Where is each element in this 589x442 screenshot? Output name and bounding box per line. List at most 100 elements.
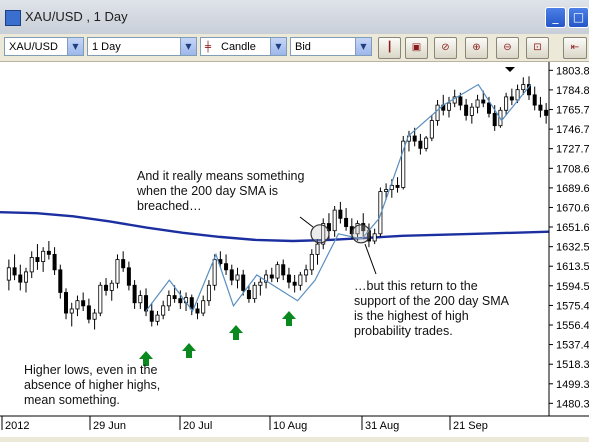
price-type-select[interactable]: Bid ▼ [290,37,372,56]
magnifier-icon: ⊘ [441,42,450,53]
candle-body [41,250,46,262]
period-select[interactable]: 1 Day ▼ [87,37,197,56]
candle-body [138,295,143,304]
candle-body [384,189,389,192]
y-tick-label: 1518.3 [556,359,589,371]
candle-body [75,300,80,310]
candle-body [372,233,377,242]
y-tick-label: 1727.7 [556,144,589,156]
candle-body [446,102,451,111]
candle-body [252,284,257,300]
bar-style-button[interactable]: ┃ [378,37,401,59]
highlight-circle [351,224,371,244]
candle-body [86,305,91,320]
candle-body [6,267,11,281]
candle-icon: ╪ [205,42,212,53]
candle-body [104,284,109,291]
candle-body [344,217,349,227]
highlight-circle [310,224,330,244]
candle [115,254,120,289]
candle-body [149,310,154,322]
title-bar: XAU/USD , 1 Day _ □ [0,0,589,35]
candle-body [269,274,274,279]
candle [401,136,406,190]
x-tick-label: 10 Aug [273,420,307,432]
candle-body [35,257,40,262]
candle-body [492,112,497,127]
candle-body [412,135,417,142]
candle-body [469,106,474,116]
annotation-sma-breach: And it really means something when the 20… [137,169,304,214]
candle-body [315,243,320,255]
print-button[interactable]: ▣ [405,37,428,59]
y-tick-label: 1499.3 [556,379,589,391]
candle-body [92,312,97,320]
candle-body [109,282,114,291]
candle-body [424,137,429,149]
candle-body [281,264,286,276]
symbol-value: XAU/USD [9,41,58,53]
candle-body [286,274,291,283]
window-title: XAU/USD , 1 Day [25,9,128,24]
candle-body [258,281,263,286]
y-tick-label: 1556.4 [556,320,589,332]
y-tick-label: 1670.6 [556,202,589,214]
chart-type-select[interactable]: ╪ Candle ▼ [200,37,287,56]
x-tick-label: 29 Jun [93,420,126,432]
zoom-in-button[interactable]: ⊕ [465,37,488,59]
candle-body [224,263,229,271]
candle-body [126,267,131,286]
candle-body [98,284,103,314]
candle-body [544,109,549,116]
candle-body [121,259,126,269]
annotation-line: mean something. [24,393,120,407]
zoom-out-button[interactable]: ⊖ [496,37,519,59]
candle-body [189,297,194,310]
candle-body [481,99,486,104]
candle-body [235,274,240,281]
x-tick-label: 20 Jul [183,420,212,432]
candle-body [435,104,440,121]
y-tick-label: 1708.6 [556,163,589,175]
minimize-button[interactable]: _ [545,7,566,28]
y-tick-label: 1651.6 [556,222,589,234]
y-tick-label: 1480.3 [556,398,589,410]
candle-body [69,308,74,314]
y-tick-label: 1746.7 [556,124,589,136]
annotation-line: absence of higher highs, [24,378,161,392]
candle-body [52,253,57,271]
candle-body [509,96,514,101]
candle-body [206,284,211,302]
candle-body [464,104,469,116]
y-tick-label: 1594.5 [556,281,589,293]
arrow-left-icon: ⇤ [570,42,580,53]
candle-body [304,269,309,276]
chevron-down-icon: ▼ [355,38,371,55]
annotation-line: when the 200 day SMA is [137,184,279,198]
symbol-select[interactable]: XAU/USD ▼ [4,37,84,56]
zoom-in-icon: ⊕ [472,42,481,53]
y-tick-label: 1784.8 [556,85,589,97]
maximize-button[interactable]: □ [568,7,589,28]
y-tick-label: 1765.7 [556,105,589,117]
candle-body [12,267,17,276]
candle [98,282,103,317]
chevron-down-icon: ▼ [67,38,83,55]
candle-body [246,290,251,300]
y-tick-label: 1689.6 [556,183,589,195]
zoom-reset-button[interactable]: ⊡ [526,37,549,59]
candle-body [521,84,526,91]
annotation-line: probability trades. [354,324,453,338]
annotation-line: is the highest of high [354,309,469,323]
candle-body [229,269,234,281]
x-tick-label: 2012 [5,420,29,432]
y-tick-label: 1537.4 [556,340,589,352]
scroll-end-button[interactable]: ⇤ [563,37,587,59]
zoom-fit-button[interactable]: ⊘ [434,37,457,59]
y-tick-label: 1575.4 [556,300,589,312]
candle-body [338,209,343,219]
chevron-down-icon: ▼ [180,38,196,55]
price-chart[interactable]: 1803.8 1784.8 1765.7 1746.7 1727.7 1708.6 1689… [0,62,589,437]
candle-body [195,308,200,314]
candle-body [172,295,177,300]
